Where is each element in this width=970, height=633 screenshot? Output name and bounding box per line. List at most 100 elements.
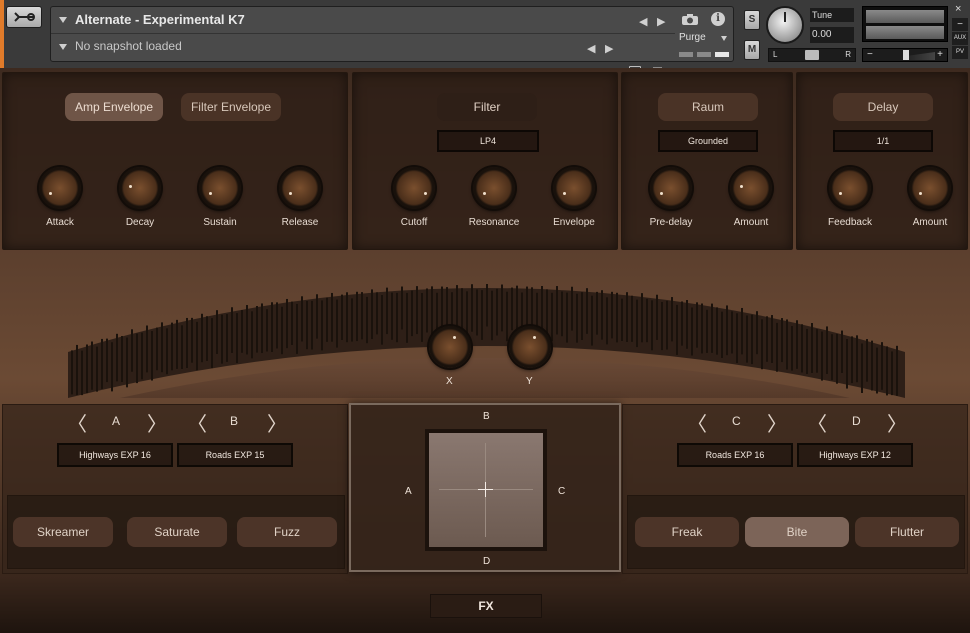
tape-arch-artwork <box>68 284 905 398</box>
delay-panel: Delay 1/1 Feedback Amount <box>796 72 968 250</box>
solo-button[interactable]: S <box>744 10 760 30</box>
feedback-knob[interactable] <box>829 167 871 209</box>
resonance-label: Resonance <box>468 217 520 228</box>
snapshot-row: No snapshot loaded ◀ ▶ <box>51 34 675 79</box>
prev-snapshot-icon[interactable]: ◀ <box>587 42 595 55</box>
pv-button[interactable]: PV <box>952 46 968 59</box>
flutter-button[interactable]: Flutter <box>855 517 959 547</box>
instrument-accent-strip <box>0 0 4 68</box>
cutoff-knob[interactable] <box>393 167 435 209</box>
raum-title-button[interactable]: Raum <box>658 93 758 121</box>
cutoff-label: Cutoff <box>400 217 428 228</box>
snapshot-label[interactable]: No snapshot loaded <box>75 39 182 53</box>
slot-b-next-icon[interactable]: 〉 <box>267 408 287 437</box>
raum-mode-selector[interactable]: Grounded <box>658 130 758 152</box>
delay-amount-knob[interactable] <box>909 167 951 209</box>
xy-pad[interactable] <box>425 429 547 551</box>
next-instrument-icon[interactable]: ▶ <box>657 15 665 28</box>
pan-slider-thumb[interactable] <box>805 50 819 60</box>
y-knob[interactable] <box>509 326 551 368</box>
volume-slider-thumb[interactable] <box>903 50 909 60</box>
knob-indicator <box>424 192 427 195</box>
slot-c-prev-icon[interactable]: 〈 <box>687 408 707 437</box>
knob-indicator <box>740 185 743 188</box>
skreamer-button[interactable]: Skreamer <box>13 517 113 547</box>
meter-left-channel <box>866 10 944 23</box>
slot-c-preset[interactable]: Roads EXP 16 <box>677 443 793 467</box>
sustain-knob[interactable] <box>199 167 241 209</box>
decay-knob[interactable] <box>119 167 161 209</box>
freak-button[interactable]: Freak <box>635 517 739 547</box>
release-knob[interactable] <box>279 167 321 209</box>
instrument-info-panel: Alternate - Experimental K7 ◀ ▶ No snaps… <box>50 6 734 79</box>
slot-a-next-icon[interactable]: 〉 <box>147 408 167 437</box>
knob-indicator <box>533 336 536 339</box>
slot-a-prev-icon[interactable]: 〈 <box>67 408 87 437</box>
tab-amp-envelope[interactable]: Amp Envelope <box>65 93 163 121</box>
fx-button[interactable]: FX <box>430 594 542 618</box>
tune-knob[interactable] <box>766 6 804 44</box>
xy-pad-right-label: C <box>558 486 566 497</box>
mute-button[interactable]: M <box>744 40 760 60</box>
slot-b-preset[interactable]: Roads EXP 15 <box>177 443 293 467</box>
pan-slider[interactable]: L R <box>768 48 856 62</box>
slot-d-preset[interactable]: Highways EXP 12 <box>797 443 913 467</box>
slot-c-next-icon[interactable]: 〉 <box>767 408 787 437</box>
knob-indicator <box>839 192 842 195</box>
raum-amount-label: Amount <box>733 217 769 228</box>
xy-pad-top-label: B <box>483 411 490 422</box>
envelope-amount-knob[interactable] <box>553 167 595 209</box>
instrument-menu-icon[interactable] <box>59 17 67 23</box>
y-knob-label: Y <box>526 376 533 387</box>
meter-right-channel <box>866 26 944 39</box>
knob-indicator <box>563 192 566 195</box>
filter-title-button[interactable]: Filter <box>437 93 537 121</box>
xy-pad-bottom-label: D <box>483 556 491 567</box>
purge-dropdown[interactable]: Purge <box>679 32 706 43</box>
envelope-panel: Amp Envelope Filter Envelope Attack Deca… <box>2 72 348 250</box>
delay-title-button[interactable]: Delay <box>833 93 933 121</box>
volume-minus-label: − <box>867 49 873 60</box>
resonance-knob[interactable] <box>473 167 515 209</box>
bite-button[interactable]: Bite <box>745 517 849 547</box>
next-snapshot-icon[interactable]: ▶ <box>605 42 613 55</box>
tab-filter-envelope[interactable]: Filter Envelope <box>181 93 281 121</box>
info-icon[interactable]: i <box>711 12 725 26</box>
attack-label: Attack <box>46 217 74 228</box>
slot-c-label: C <box>732 414 741 428</box>
pan-right-label: R <box>845 50 851 59</box>
snapshot-menu-icon[interactable] <box>59 44 67 50</box>
fuzz-button[interactable]: Fuzz <box>237 517 337 547</box>
x-knob-label: X <box>446 376 453 387</box>
x-knob[interactable] <box>429 326 471 368</box>
saturate-button[interactable]: Saturate <box>127 517 227 547</box>
envelope-label: Envelope <box>553 217 595 228</box>
delay-time-selector[interactable]: 1/1 <box>833 130 933 152</box>
xy-pad-cursor[interactable] <box>485 482 486 497</box>
volume-slider[interactable]: − + <box>862 48 948 62</box>
prev-instrument-icon[interactable]: ◀ <box>639 15 647 28</box>
pre-delay-knob[interactable] <box>650 167 692 209</box>
left-sound-slots: 〈 A 〉 〈 B 〉 Highways EXP 16 Roads EXP 15… <box>2 404 348 574</box>
raum-panel: Raum Grounded Pre-delay Amount <box>621 72 793 250</box>
instrument-title[interactable]: Alternate - Experimental K7 <box>75 12 245 27</box>
aux-button[interactable]: AUX <box>952 32 968 45</box>
wrench-icon[interactable] <box>6 6 42 28</box>
slot-d-prev-icon[interactable]: 〈 <box>807 408 827 437</box>
close-icon[interactable]: × <box>955 3 961 15</box>
filter-type-selector[interactable]: LP4 <box>437 130 539 152</box>
attack-knob[interactable] <box>39 167 81 209</box>
instrument-header: Alternate - Experimental K7 ◀ ▶ No snaps… <box>0 0 970 79</box>
camera-icon[interactable] <box>681 13 699 26</box>
knob-indicator <box>660 192 663 195</box>
tune-value[interactable]: 0.00 <box>810 27 854 43</box>
output-level-meter <box>862 6 948 42</box>
minimize-icon[interactable]: − <box>952 18 968 31</box>
slot-b-prev-icon[interactable]: 〈 <box>187 408 207 437</box>
raum-amount-knob[interactable] <box>730 167 772 209</box>
slot-a-preset[interactable]: Highways EXP 16 <box>57 443 173 467</box>
purge-indicator <box>715 52 729 57</box>
purge-chevron-icon[interactable] <box>721 36 727 41</box>
volume-plus-label: + <box>937 49 943 60</box>
slot-d-next-icon[interactable]: 〉 <box>887 408 907 437</box>
